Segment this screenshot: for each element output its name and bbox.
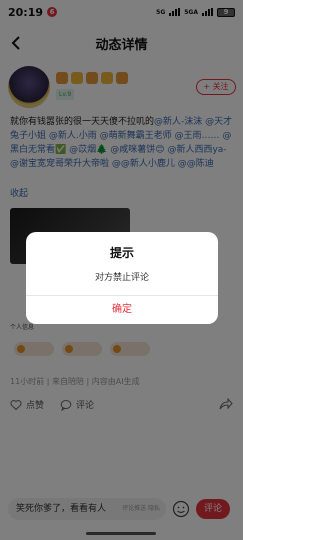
- alert-dialog: 提示 对方禁止评论 确定: [26, 232, 218, 324]
- home-indicator: [86, 532, 156, 535]
- dialog-message: 对方禁止评论: [94, 273, 149, 283]
- dialog-title: 提示: [109, 246, 134, 260]
- dialog-confirm-button[interactable]: 确定: [26, 296, 218, 324]
